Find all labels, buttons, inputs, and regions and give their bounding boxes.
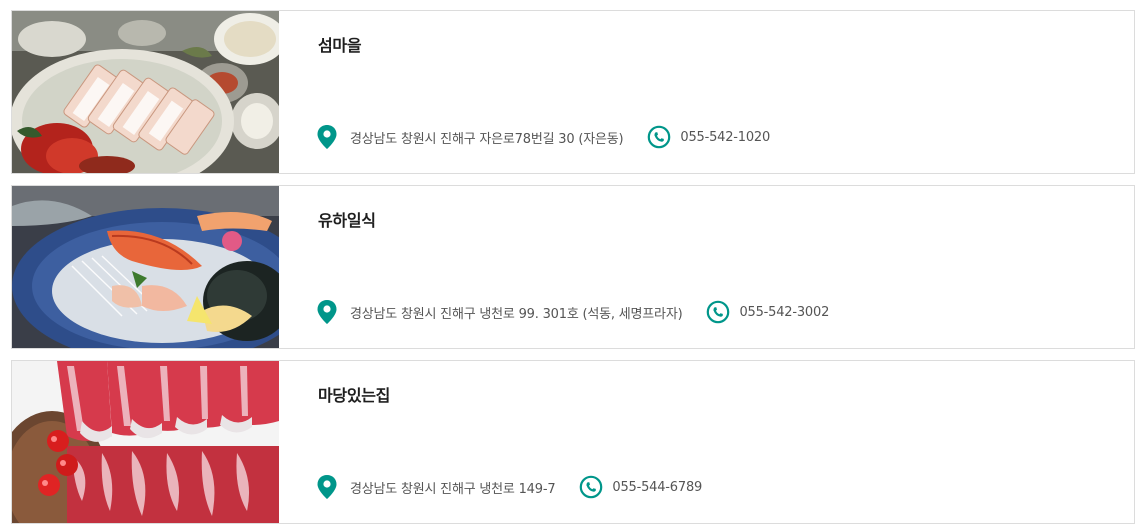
location-pin-icon bbox=[317, 300, 337, 324]
restaurant-phone[interactable]: 055-542-1020 bbox=[680, 130, 770, 145]
restaurant-phone[interactable]: 055-542-3002 bbox=[739, 305, 829, 320]
location-pin-icon bbox=[317, 125, 337, 149]
location-pin-icon bbox=[317, 475, 337, 499]
restaurant-info: 경상남도 창원시 진해구 냉천로 149-7 055-544-6789 bbox=[317, 474, 702, 500]
restaurant-info: 경상남도 창원시 진해구 자은로78번길 30 (자은동) 055-542-10… bbox=[317, 124, 770, 150]
restaurant-phone[interactable]: 055-544-6789 bbox=[612, 480, 702, 495]
restaurant-name[interactable]: 유하일식 bbox=[318, 207, 376, 231]
restaurant-address: 경상남도 창원시 진해구 냉천로 99. 301호 (석동, 세명프라자) bbox=[350, 306, 683, 322]
restaurant-photo[interactable] bbox=[12, 186, 279, 348]
restaurant-name[interactable]: 마당있는집 bbox=[318, 382, 390, 406]
restaurant-photo[interactable] bbox=[12, 361, 279, 523]
restaurant-card[interactable]: 마당있는집 경상남도 창원시 진해구 냉천로 149-7 055-544-678… bbox=[11, 360, 1135, 524]
restaurant-photo[interactable] bbox=[12, 11, 279, 173]
restaurant-address: 경상남도 창원시 진해구 냉천로 149-7 bbox=[350, 481, 556, 497]
phone-icon bbox=[579, 475, 603, 499]
restaurant-info: 경상남도 창원시 진해구 냉천로 99. 301호 (석동, 세명프라자) 05… bbox=[317, 299, 829, 325]
restaurant-card[interactable]: 유하일식 경상남도 창원시 진해구 냉천로 99. 301호 (석동, 세명프라… bbox=[11, 185, 1135, 349]
phone-icon bbox=[647, 125, 671, 149]
restaurant-card[interactable]: 섬마을 경상남도 창원시 진해구 자은로78번길 30 (자은동) 055-54… bbox=[11, 10, 1135, 174]
restaurant-address: 경상남도 창원시 진해구 자은로78번길 30 (자은동) bbox=[350, 131, 624, 147]
restaurant-list: 섬마을 경상남도 창원시 진해구 자은로78번길 30 (자은동) 055-54… bbox=[0, 0, 1145, 529]
phone-icon bbox=[706, 300, 730, 324]
restaurant-name[interactable]: 섬마을 bbox=[318, 32, 362, 56]
